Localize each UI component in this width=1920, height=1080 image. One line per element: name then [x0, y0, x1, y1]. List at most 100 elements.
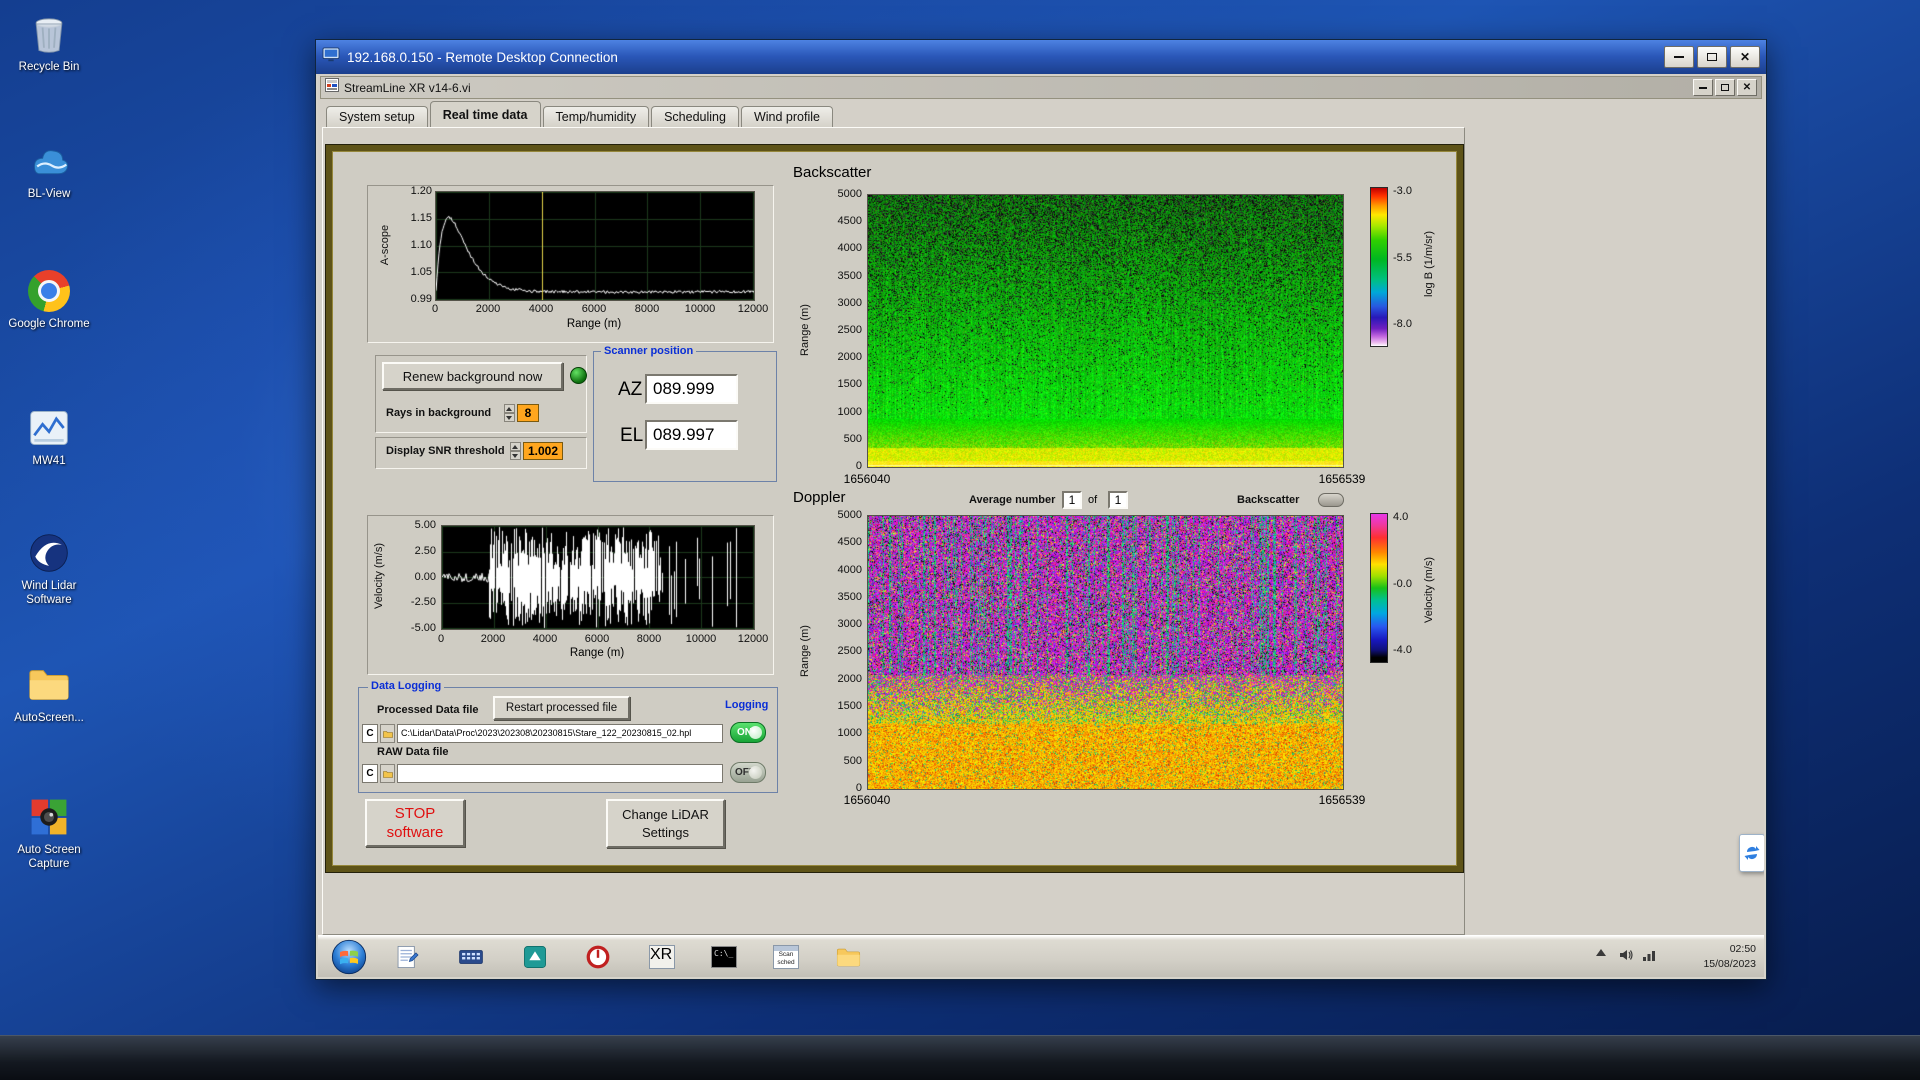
close-button[interactable]: ✕	[1730, 46, 1760, 68]
app-titlebar[interactable]: StreamLine XR v14-6.vi ✕	[320, 76, 1762, 99]
raw-path-field[interactable]	[397, 764, 723, 783]
velocity-x-axis: 0 2000 4000 6000 8000 10000 12000	[421, 633, 773, 645]
tick-label: 5000	[838, 509, 862, 521]
desktop-icon-google-chrome[interactable]: Google Chrome	[2, 267, 96, 332]
renew-background-button[interactable]: Renew background now	[382, 362, 563, 390]
app-restore-button[interactable]	[1715, 79, 1735, 96]
tick-label: 1000	[838, 406, 862, 418]
maximize-icon	[1707, 53, 1717, 61]
processed-logging-toggle[interactable]: ON	[730, 722, 766, 743]
average-total-field[interactable]: 1	[1108, 491, 1128, 509]
app-close-button[interactable]: ✕	[1737, 79, 1757, 96]
tick-label: 1.10	[411, 239, 432, 251]
data-logging-title: Data Logging	[368, 680, 444, 692]
stop-software-button[interactable]: STOP software	[365, 799, 465, 847]
remote-clock[interactable]: 02:50 15/08/2023	[1670, 942, 1756, 972]
tick-label: 1500	[838, 378, 862, 390]
remote-volume-icon[interactable]	[1618, 947, 1634, 968]
hidden-icon-flyout[interactable]	[1739, 834, 1764, 872]
raw-browse-button[interactable]	[380, 764, 395, 783]
remote-hidden-icons-arrow[interactable]	[1596, 949, 1606, 956]
minimize-button[interactable]	[1664, 46, 1694, 68]
doppler-y-title: Range (m)	[799, 606, 813, 696]
doppler-x-start-label: 1656040	[844, 793, 891, 807]
rdp-window-icon	[322, 47, 340, 68]
velocity-y-title: Velocity (m/s)	[373, 526, 387, 626]
doppler-heatmap[interactable]	[867, 515, 1344, 790]
tab-temp-humidity[interactable]: Temp/humidity	[543, 106, 650, 128]
tick-label: 6000	[574, 303, 614, 315]
host-taskbar: 02:49 15/08/2023	[0, 1035, 1920, 1080]
rdp-window-title: 192.168.0.150 - Remote Desktop Connectio…	[347, 50, 1661, 65]
restore-icon	[1721, 84, 1729, 91]
remote-taskbar-on-screen-keyboard-icon[interactable]	[455, 941, 487, 973]
minimize-icon	[1699, 87, 1707, 89]
desktop-icon-auto-screen-capture[interactable]: Auto Screen Capture	[2, 793, 96, 872]
tick-label: 5.00	[415, 519, 436, 531]
processed-path-field[interactable]: C:\Lidar\Data\Proc\2023\202308\20230815\…	[397, 724, 723, 743]
app-minimize-button[interactable]	[1693, 79, 1713, 96]
app-title: StreamLine XR v14-6.vi	[344, 81, 1691, 95]
change-lidar-settings-button[interactable]: Change LiDAR Settings	[606, 799, 725, 848]
backscatter-colorbar	[1370, 187, 1388, 347]
backscatter-x-start-label: 1656040	[844, 472, 891, 486]
average-number-field[interactable]: 1	[1062, 491, 1082, 509]
processed-browse-button[interactable]	[380, 724, 395, 743]
desktop-icon-recycle-bin[interactable]: Recycle Bin	[2, 10, 96, 75]
raw-logging-toggle[interactable]: OFF	[730, 762, 766, 783]
snr-spinner[interactable]	[510, 442, 521, 460]
desktop-icon-bl-view[interactable]: BL-View	[2, 137, 96, 202]
bl-view-icon	[25, 137, 73, 185]
tab-scheduling[interactable]: Scheduling	[651, 106, 739, 128]
backscatter-toggle[interactable]	[1318, 493, 1344, 507]
tick-label: 2000	[838, 673, 862, 685]
remote-taskbar-teal-app-icon[interactable]	[519, 941, 551, 973]
rays-spinner[interactable]	[504, 404, 515, 422]
remote-network-icon[interactable]	[1642, 947, 1658, 968]
ascope-y-title: A-scope	[379, 205, 393, 285]
remote-clock-date: 15/08/2023	[1670, 957, 1756, 972]
tick-label: 0	[421, 633, 461, 645]
tick-label: 2.50	[415, 545, 436, 557]
remote-taskbar-scan-scheduler-icon[interactable]: Scan sched	[770, 941, 802, 973]
tick-label: 2000	[838, 351, 862, 363]
backscatter-heatmap[interactable]	[867, 194, 1344, 468]
processed-drive-selector[interactable]: C	[362, 724, 378, 743]
remote-taskbar-notepad-icon[interactable]	[391, 941, 423, 973]
tick-label: 0	[856, 460, 862, 472]
rays-value-field[interactable]: 8	[517, 404, 539, 422]
remote-taskbar-command-prompt-icon[interactable]: C:\_	[708, 941, 740, 973]
desktop-icon-label: Google Chrome	[2, 318, 96, 332]
toggle-knob	[749, 726, 762, 739]
rdp-titlebar[interactable]: 192.168.0.150 - Remote Desktop Connectio…	[316, 40, 1766, 74]
desktop-icon-autoscreen-folder[interactable]: AutoScreen...	[2, 661, 96, 726]
tick-label: 0.00	[415, 571, 436, 583]
recycle-bin-icon	[25, 10, 73, 58]
remote-start-button[interactable]	[331, 939, 367, 975]
tab-wind-profile[interactable]: Wind profile	[741, 106, 833, 128]
desktop-icon-mw41[interactable]: MW41	[2, 404, 96, 469]
remote-taskbar-power-tool-icon[interactable]	[582, 941, 614, 973]
tab-real-time-data[interactable]: Real time data	[430, 101, 541, 128]
colorbar-tick: -3.0	[1393, 185, 1412, 197]
el-value-field[interactable]: 089.997	[645, 420, 738, 450]
tab-system-setup[interactable]: System setup	[326, 106, 428, 128]
settings-button-line2: Settings	[642, 824, 689, 842]
maximize-button[interactable]	[1697, 46, 1727, 68]
el-label: EL	[620, 425, 643, 447]
velocity-plot[interactable]	[441, 525, 755, 630]
desktop-icon-wind-lidar-software[interactable]: Wind Lidar Software	[2, 529, 96, 608]
rays-in-background-label: Rays in background	[386, 407, 491, 419]
close-icon: ✕	[1743, 82, 1751, 93]
restart-processed-file-button[interactable]: Restart processed file	[493, 696, 630, 720]
raw-drive-selector[interactable]: C	[362, 764, 378, 783]
az-value-field[interactable]: 089.999	[645, 374, 738, 404]
backscatter-y-axis: 5000 4500 4000 3500 3000 2500 2000 1500 1000 500 0	[816, 188, 862, 472]
ascope-plot[interactable]	[435, 191, 755, 301]
remote-taskbar-windows-explorer-icon[interactable]	[832, 941, 864, 973]
tick-label: 12000	[733, 303, 773, 315]
tick-label: 2000	[473, 633, 513, 645]
remote-taskbar-streamline-xr-window-icon[interactable]: XR	[646, 941, 678, 973]
tick-label: 4000	[525, 633, 565, 645]
snr-value-field[interactable]: 1.002	[523, 442, 563, 460]
